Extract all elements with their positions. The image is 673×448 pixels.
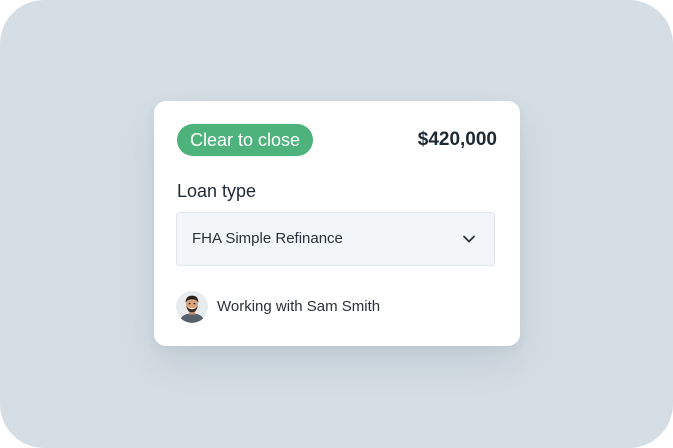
background-panel: Clear to close $420,000 Loan type FHA Si… [0, 0, 673, 448]
loan-card: Clear to close $420,000 Loan type FHA Si… [154, 101, 520, 346]
loan-type-selected-value: FHA Simple Refinance [192, 230, 343, 247]
avatar [176, 291, 208, 323]
status-badge: Clear to close [177, 124, 314, 156]
chevron-down-icon [463, 235, 475, 243]
collaborator-text: Working with Sam Smith [217, 298, 381, 315]
loan-amount: $420,000 [417, 129, 497, 150]
loan-type-label: Loan type [177, 181, 257, 201]
loan-type-select[interactable]: FHA Simple Refinance [176, 212, 495, 266]
